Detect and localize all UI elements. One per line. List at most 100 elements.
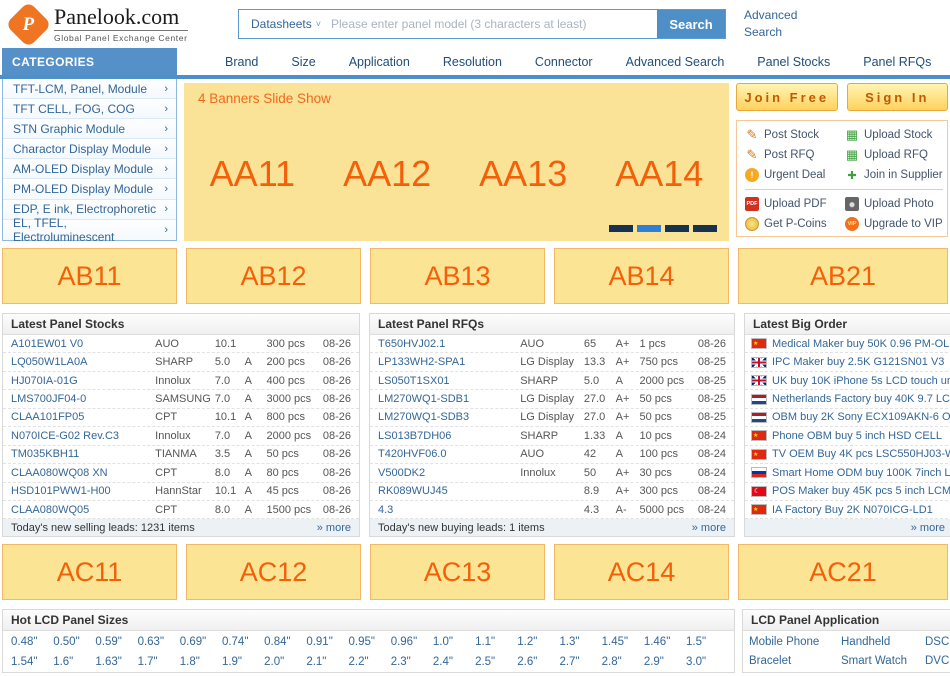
panel-model-link[interactable]: LS050T1SX01 — [378, 375, 520, 387]
size-link[interactable]: 2.5" — [475, 656, 517, 668]
size-link[interactable]: 0.63" — [138, 636, 180, 648]
size-link[interactable]: 2.6" — [517, 656, 559, 668]
size-link[interactable]: 2.9" — [644, 656, 686, 668]
banner-ad[interactable]: AC13 — [370, 544, 545, 600]
size-link[interactable]: 0.96" — [391, 636, 433, 648]
size-link[interactable]: 1.46" — [644, 636, 686, 648]
big-order-link[interactable]: OBM buy 2K Sony ECX109AKN-6 OLED — [745, 409, 950, 427]
banner-ad[interactable]: AC21 — [738, 544, 948, 600]
banner-ad[interactable]: AB11 — [2, 248, 177, 304]
slide-indicator[interactable] — [637, 225, 661, 232]
panel-model-link[interactable]: LMS700JF04-0 — [11, 393, 155, 405]
size-link[interactable]: 1.54" — [11, 656, 53, 668]
banner-ad[interactable]: AC12 — [186, 544, 361, 600]
size-link[interactable]: 1.6" — [53, 656, 95, 668]
application-link[interactable]: DSC — [925, 636, 949, 648]
sidebar-item[interactable]: TFT-LCM, Panel, Module › — [3, 79, 176, 99]
big-order-link[interactable]: IA Factory Buy 2K N070ICG-LD1 — [745, 501, 950, 519]
account-link[interactable]: Upload PDF — [745, 197, 845, 211]
panel-model-link[interactable]: LS013B7DH06 — [378, 430, 520, 442]
account-link[interactable]: Join in Supplier — [845, 168, 943, 182]
sidebar-item[interactable]: STN Graphic Module › — [3, 119, 176, 139]
size-link[interactable]: 1.45" — [602, 636, 644, 648]
big-order-link[interactable]: Smart Home ODM buy 100K 7inch LCD — [745, 464, 950, 482]
size-link[interactable]: 1.9" — [222, 656, 264, 668]
application-link[interactable]: Mobile Phone — [749, 636, 841, 648]
panel-model-link[interactable]: CLAA080WQ08 XN — [11, 467, 155, 479]
sidebar-item[interactable]: AM-OLED Display Module › — [3, 159, 176, 179]
banner-ad[interactable]: AA14 — [615, 153, 703, 195]
panel-model-link[interactable]: HSD101PWW1-H00 — [11, 485, 155, 497]
join-free-button[interactable]: Join Free — [736, 83, 838, 111]
account-link[interactable]: Upload RFQ — [845, 148, 943, 162]
banner-ad[interactable]: AA13 — [479, 153, 567, 195]
big-order-link[interactable]: IPC Maker buy 2.5K G121SN01 V3 — [745, 353, 950, 371]
more-link[interactable]: » more — [692, 522, 726, 534]
size-link[interactable]: 0.84" — [264, 636, 306, 648]
sidebar-item[interactable]: Charactor Display Module › — [3, 139, 176, 159]
banner-ad[interactable]: AC11 — [2, 544, 177, 600]
sidebar-item[interactable]: PM-OLED Display Module › — [3, 179, 176, 199]
sign-in-button[interactable]: Sign In — [847, 83, 949, 111]
size-link[interactable]: 1.63" — [95, 656, 137, 668]
size-link[interactable]: 0.95" — [349, 636, 391, 648]
panel-model-link[interactable]: T420HVF06.0 — [378, 448, 520, 460]
account-link[interactable]: Upgrade to VIP — [845, 217, 943, 231]
size-link[interactable]: 2.4" — [433, 656, 475, 668]
advanced-search-link[interactable]: Advanced Search — [744, 7, 806, 41]
slide-indicator[interactable] — [665, 225, 689, 232]
nav-link[interactable]: Panel RFQs — [863, 55, 931, 69]
nav-link[interactable]: Connector — [535, 55, 593, 69]
account-link[interactable]: Post RFQ — [745, 148, 845, 162]
size-link[interactable]: 1.5" — [686, 636, 728, 648]
panel-model-link[interactable]: LM270WQ1-SDB3 — [378, 411, 520, 423]
account-link[interactable]: Upload Photo — [845, 197, 943, 211]
size-link[interactable]: 0.91" — [306, 636, 348, 648]
sidebar-item[interactable]: TFT CELL, FOG, COG › — [3, 99, 176, 119]
size-link[interactable]: 1.2" — [517, 636, 559, 648]
panel-model-link[interactable]: LP133WH2-SPA1 — [378, 356, 520, 368]
banner-ad[interactable]: AA12 — [343, 153, 431, 195]
banner-slideshow[interactable]: 4 Banners Slide Show AA11AA12AA13AA14 — [184, 83, 729, 241]
more-link[interactable]: » more — [911, 522, 945, 534]
nav-link[interactable]: Resolution — [443, 55, 502, 69]
panel-model-link[interactable]: T650HVJ02.1 — [378, 338, 520, 350]
size-link[interactable]: 3.0" — [686, 656, 728, 668]
big-order-link[interactable]: UK buy 10K iPhone 5s LCD touch unit — [745, 372, 950, 390]
application-link[interactable]: Handheld — [841, 636, 925, 648]
panel-model-link[interactable]: V500DK2 — [378, 467, 520, 479]
big-order-link[interactable]: POS Maker buy 45K pcs 5 inch LCM — [745, 483, 950, 501]
banner-ad[interactable]: AB21 — [738, 248, 948, 304]
application-link[interactable]: Smart Watch — [841, 655, 925, 667]
account-link[interactable]: Post Stock — [745, 128, 845, 142]
panel-model-link[interactable]: CLAA101FP05 — [11, 411, 155, 423]
banner-ad[interactable]: AA11 — [210, 153, 295, 195]
nav-link[interactable]: Application — [349, 55, 410, 69]
size-link[interactable]: 1.1" — [475, 636, 517, 648]
size-link[interactable]: 0.50" — [53, 636, 95, 648]
panel-model-link[interactable]: LM270WQ1-SDB1 — [378, 393, 520, 405]
big-order-link[interactable]: Medical Maker buy 50K 0.96 PM-OLED — [745, 335, 950, 353]
banner-ad[interactable]: AB14 — [554, 248, 729, 304]
size-link[interactable]: 1.3" — [559, 636, 601, 648]
search-input[interactable] — [331, 10, 657, 38]
big-order-link[interactable]: Netherlands Factory buy 40K 9.7 LCM — [745, 390, 950, 408]
nav-link[interactable]: Size — [291, 55, 315, 69]
size-link[interactable]: 2.0" — [264, 656, 306, 668]
size-link[interactable]: 2.3" — [391, 656, 433, 668]
size-link[interactable]: 1.0" — [433, 636, 475, 648]
size-link[interactable]: 2.8" — [602, 656, 644, 668]
panel-model-link[interactable]: HJ070IA-01G — [11, 375, 155, 387]
size-link[interactable]: 1.7" — [138, 656, 180, 668]
size-link[interactable]: 0.74" — [222, 636, 264, 648]
nav-link[interactable]: Panel Stocks — [757, 55, 830, 69]
logo[interactable]: P Panelook.com Global Panel Exchange Cen… — [2, 5, 238, 42]
search-category-dropdown[interactable]: Datasheets ˅ — [239, 10, 331, 38]
panel-model-link[interactable]: TM035KBH11 — [11, 448, 155, 460]
nav-link[interactable]: Brand — [225, 55, 258, 69]
application-link[interactable]: Bracelet — [749, 655, 841, 667]
banner-ad[interactable]: AB12 — [186, 248, 361, 304]
nav-link[interactable]: Advanced Search — [626, 55, 725, 69]
panel-model-link[interactable]: N070ICE-G02 Rev.C3 — [11, 430, 155, 442]
size-link[interactable]: 1.8" — [180, 656, 222, 668]
